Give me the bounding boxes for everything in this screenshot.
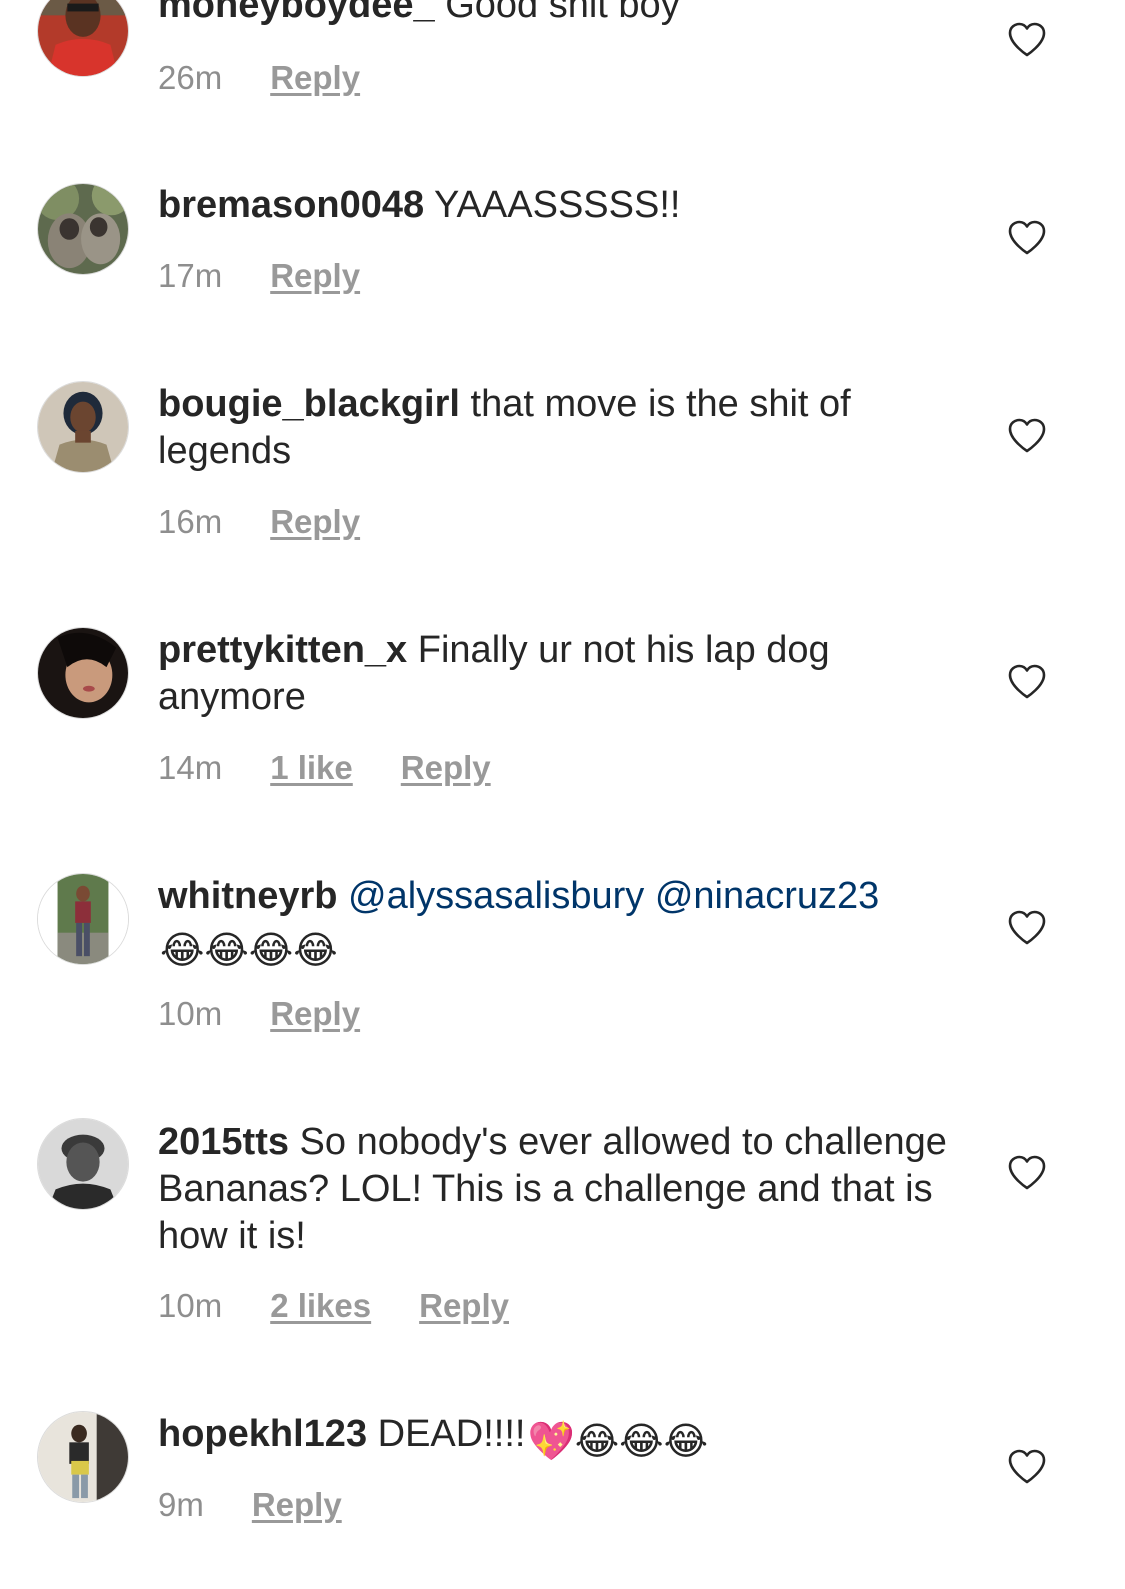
comment-message: DEAD!!!! — [377, 1413, 526, 1455]
comment-text: hopekhl123 DEAD!!!!💖😂😂😂 — [158, 1411, 958, 1466]
avatar[interactable] — [37, 0, 129, 77]
comment-text: prettykitten_x Finally ur not his lap do… — [158, 627, 958, 721]
comment-message: Good shit boy — [445, 0, 680, 26]
avatar-photo — [38, 0, 128, 76]
avatar-photo — [38, 1119, 128, 1209]
avatar[interactable] — [37, 873, 129, 965]
comment-username[interactable]: bougie_blackgirl — [158, 383, 460, 425]
comment-timestamp: 16m — [158, 503, 223, 540]
reply-button[interactable]: Reply — [252, 1485, 342, 1525]
avatar[interactable] — [37, 183, 129, 275]
avatar[interactable] — [37, 627, 129, 719]
comment-timestamp: 17m — [158, 257, 223, 294]
likes-count-link[interactable]: 1 like — [270, 748, 353, 788]
avatar-photo — [38, 1412, 128, 1502]
reply-button[interactable]: Reply — [270, 994, 360, 1034]
comment-username[interactable]: prettykitten_x — [158, 629, 407, 671]
comment-text: bremason0048 YAAASSSSS!! — [158, 182, 958, 229]
heart-outline-icon[interactable] — [1007, 1449, 1047, 1485]
comment-username[interactable]: whitneyrb — [158, 875, 337, 917]
reply-button[interactable]: Reply — [270, 58, 360, 98]
heart-outline-icon[interactable] — [1007, 910, 1047, 946]
comment-username[interactable]: moneyboydee_ — [158, 0, 435, 26]
heart-outline-icon[interactable] — [1007, 664, 1047, 700]
comment-meta: 17m Reply — [158, 256, 408, 296]
heart-outline-icon[interactable] — [1007, 22, 1047, 58]
reply-button[interactable]: Reply — [401, 748, 491, 788]
comment-meta: 26m Reply — [158, 58, 408, 98]
comment-timestamp: 10m — [158, 995, 223, 1032]
laughing-emoji-group: 😂😂😂😂 — [160, 930, 338, 972]
reply-button[interactable]: Reply — [270, 502, 360, 542]
comment-meta: 16m Reply — [158, 502, 408, 542]
avatar[interactable] — [37, 1118, 129, 1210]
comment-meta: 10m 2 likes Reply — [158, 1286, 557, 1326]
comment-username[interactable]: bremason0048 — [158, 184, 424, 226]
reply-button[interactable]: Reply — [270, 256, 360, 296]
comment-meta: 10m Reply — [158, 994, 408, 1034]
comment-text: bougie_blackgirl that move is the shit o… — [158, 381, 958, 475]
comment-timestamp: 26m — [158, 59, 223, 96]
heart-and-laughing-emoji-group: 💖😂😂😂 — [527, 1421, 708, 1463]
comment-text: whitneyrb @alyssasalisbury @ninacruz23 😂… — [158, 873, 958, 975]
reply-button[interactable]: Reply — [419, 1286, 509, 1326]
comment-text: 2015tts So nobody's ever allowed to chal… — [158, 1119, 958, 1260]
comment-timestamp: 9m — [158, 1486, 204, 1523]
comment-timestamp: 14m — [158, 749, 223, 786]
heart-outline-icon[interactable] — [1007, 418, 1047, 454]
comment-username[interactable]: 2015tts — [158, 1121, 289, 1163]
comment-timestamp: 10m — [158, 1287, 223, 1324]
avatar-photo — [38, 184, 128, 274]
comment-username[interactable]: hopekhl123 — [158, 1413, 367, 1455]
mention-link[interactable]: @alyssasalisbury — [348, 875, 644, 917]
comment-text: moneyboydee_ Good shit boy — [158, 0, 958, 29]
avatar-photo — [38, 382, 128, 472]
avatar-photo — [38, 874, 128, 964]
comment-message: YAAASSSSS!! — [434, 184, 681, 226]
comment-meta: 9m Reply — [158, 1485, 390, 1525]
heart-outline-icon[interactable] — [1007, 1155, 1047, 1191]
avatar[interactable] — [37, 1411, 129, 1503]
avatar-photo — [38, 628, 128, 718]
avatar[interactable] — [37, 381, 129, 473]
comment-meta: 14m 1 like Reply — [158, 748, 539, 788]
heart-outline-icon[interactable] — [1007, 220, 1047, 256]
mention-link[interactable]: @ninacruz23 — [655, 875, 879, 917]
likes-count-link[interactable]: 2 likes — [270, 1286, 371, 1326]
